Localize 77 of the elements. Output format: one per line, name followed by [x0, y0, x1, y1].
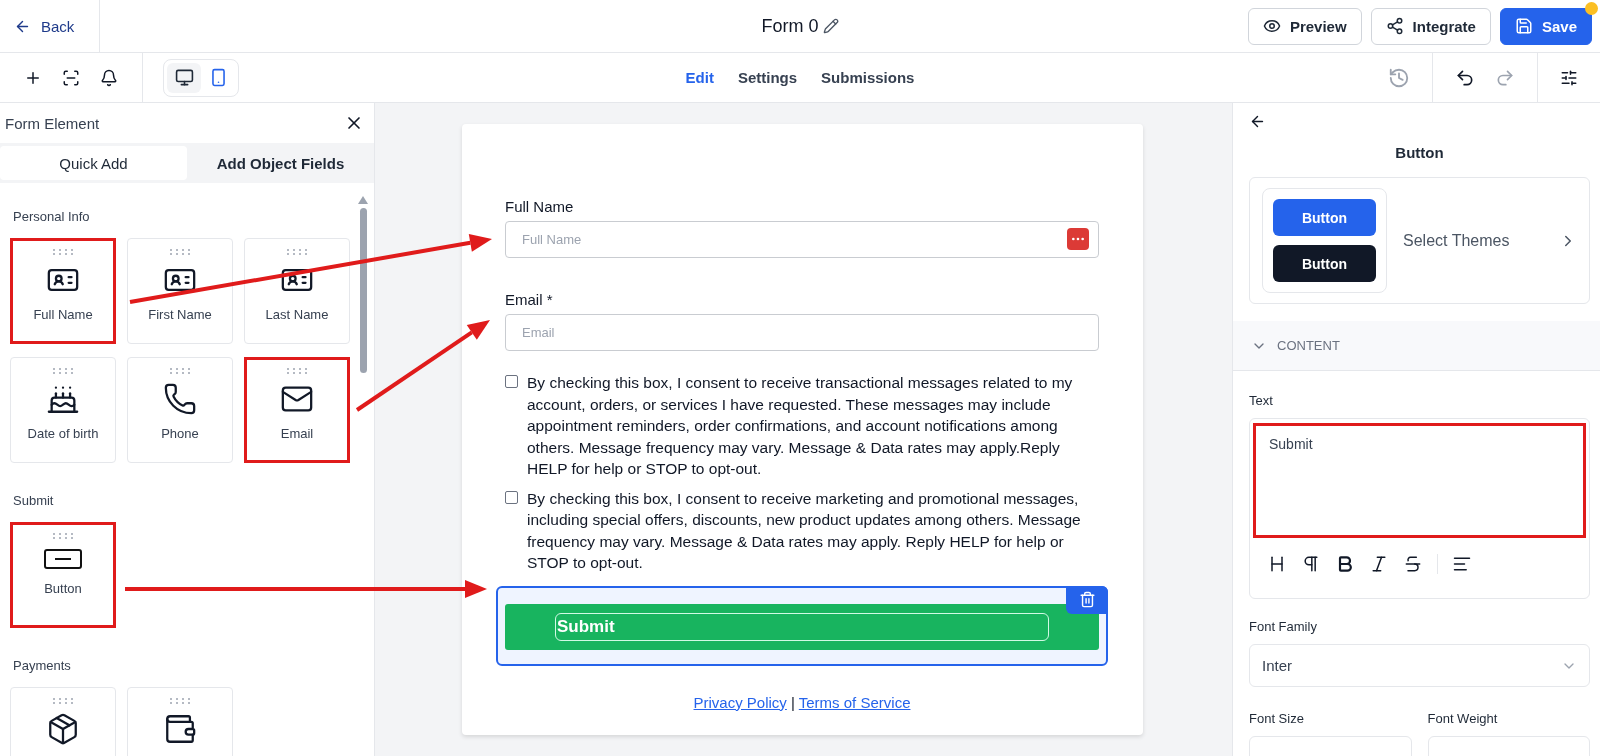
drag-handle-icon: [169, 698, 191, 704]
element-tile[interactable]: First Name: [127, 238, 233, 344]
element-tile[interactable]: Date of birth: [10, 357, 116, 463]
integrate-button[interactable]: Integrate: [1370, 7, 1491, 45]
phone-icon: [163, 382, 197, 416]
settings-icon[interactable]: [1560, 68, 1578, 87]
section-title: CONTENT: [1277, 338, 1340, 353]
element-tile[interactable]: Button: [10, 522, 116, 628]
back-link[interactable]: Back: [14, 17, 75, 35]
undo-icon[interactable]: [1455, 67, 1475, 88]
panel-title: Button: [1394, 144, 1445, 161]
package-icon: [46, 712, 80, 746]
panel-title: Form Element: [5, 114, 100, 132]
drag-handle-icon: [52, 533, 74, 539]
text-field[interactable]: Full Name: [505, 221, 1099, 258]
italic-icon[interactable]: [1369, 554, 1389, 574]
theme-sample: Button: [1273, 245, 1376, 282]
section-title: Submit: [13, 493, 55, 508]
back-icon[interactable]: [1249, 113, 1266, 130]
pencil-icon[interactable]: [822, 18, 839, 34]
drag-handle-icon: [169, 368, 191, 374]
select-themes-link[interactable]: Select Themes: [1403, 231, 1577, 250]
strikethrough-icon[interactable]: [1403, 554, 1423, 574]
drag-handle-icon: [52, 368, 74, 374]
drag-handle-icon: [286, 249, 308, 255]
field-label: Font Weight: [1427, 711, 1499, 726]
desktop-view-button[interactable]: [167, 62, 201, 93]
field-label: Email *: [505, 291, 554, 308]
field-label: Text: [1249, 393, 1274, 408]
section-title: Payments: [13, 658, 72, 673]
share-icon: [1385, 17, 1404, 35]
field-label: Font Family: [1249, 619, 1318, 634]
separator: |: [790, 693, 795, 711]
delete-button[interactable]: [1066, 585, 1108, 614]
scrollbar-thumb[interactable]: [359, 208, 367, 373]
element-tile[interactable]: Phone: [127, 357, 233, 463]
bell-icon[interactable]: [100, 68, 118, 87]
consent-text: By checking this box, I consent to receive marketing and promotional messages, including special offers, discounts, new product updates among others. Message frequency may vary. Message & Data rates may apply. Reply HELP for help or STOP to opt-out.: [527, 488, 1082, 573]
eye-icon: [1262, 17, 1281, 35]
save-icon: [1514, 17, 1533, 35]
preview-button[interactable]: Preview: [1247, 7, 1362, 45]
text-field[interactable]: Email: [505, 314, 1099, 351]
panel-tab[interactable]: Add Object Fields: [187, 146, 374, 180]
nav-tab[interactable]: Edit: [685, 69, 714, 86]
theme-card[interactable]: Button Button Select Themes: [1249, 177, 1590, 304]
element-tile[interactable]: Last Name: [244, 238, 350, 344]
form-title: Form 0: [761, 15, 819, 37]
nav-tab[interactable]: Settings: [737, 69, 798, 86]
panel-tab[interactable]: Quick Add: [0, 146, 187, 180]
terms-link[interactable]: Terms of Service: [798, 693, 911, 711]
drag-handle-icon: [52, 249, 74, 255]
save-button[interactable]: Save: [1499, 7, 1592, 45]
text-input[interactable]: Submit: [1253, 423, 1586, 538]
consent-text: By checking this box, I consent to receive transactional messages related to my account, orders, or services I have requested. These messages may include appointment reminders, order confirmations, and account notifications among others. Message frequency may vary. Message & Data rates may apply.Reply HELP for help or STOP to opt-out.: [527, 373, 1074, 479]
nav-tab[interactable]: Submissions: [821, 69, 915, 86]
trash-icon: [1078, 591, 1096, 608]
element-tile[interactable]: Email: [244, 357, 350, 463]
pilcrow-icon[interactable]: [1301, 554, 1321, 574]
checkbox[interactable]: [505, 375, 518, 388]
privacy-link[interactable]: Privacy Policy: [693, 693, 787, 711]
theme-sample: Button: [1273, 199, 1376, 236]
field-label: Font Size: [1249, 711, 1305, 726]
drag-handle-icon: [169, 249, 191, 255]
scan-icon[interactable]: [62, 68, 80, 87]
element-tile[interactable]: Full Name: [10, 238, 116, 344]
drag-handle-icon: [286, 368, 308, 374]
monitor-icon: [174, 68, 194, 87]
wallet-icon: [163, 712, 197, 746]
button-shape-icon: [43, 547, 83, 571]
align-left-icon[interactable]: [1452, 554, 1472, 574]
section-header[interactable]: CONTENT: [1233, 321, 1600, 371]
autofill-icon[interactable]: [1067, 228, 1089, 250]
section-title: Personal Info: [13, 209, 91, 224]
drag-handle-icon: [52, 698, 74, 704]
field-label: Full Name: [505, 198, 575, 215]
font-family-select[interactable]: Inter: [1249, 644, 1590, 687]
checkbox[interactable]: [505, 490, 518, 504]
